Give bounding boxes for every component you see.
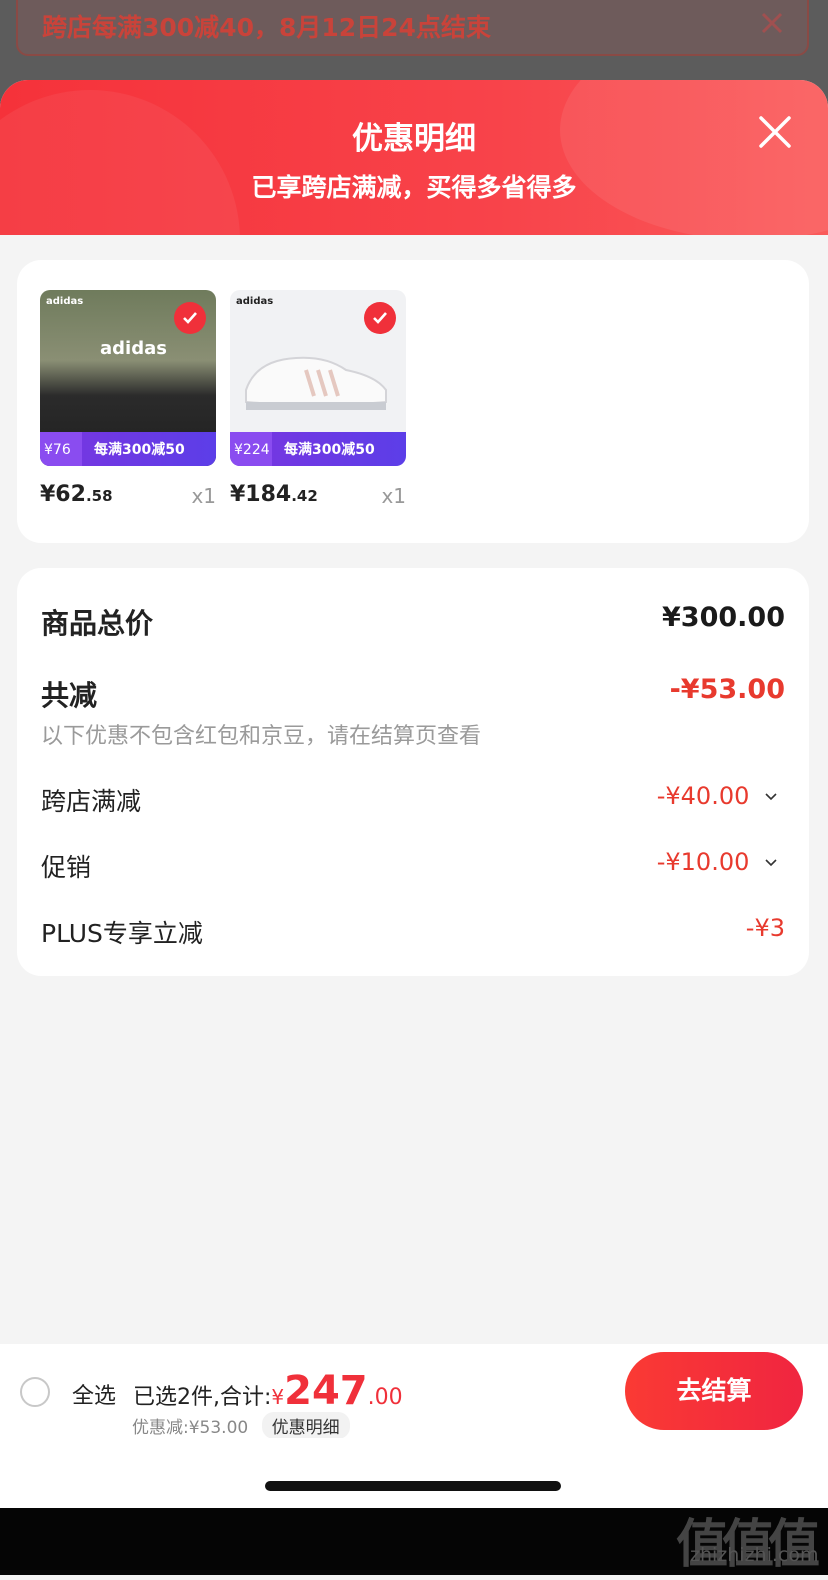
selected-total: 已选2件,合计:¥247.00 (133, 1368, 403, 1414)
header-decoration (0, 90, 240, 235)
total-currency: ¥ (271, 1385, 285, 1409)
check-icon[interactable] (364, 302, 396, 334)
promo-banner-text: 跨店每满300减40，8月12日24点结束 (42, 13, 491, 42)
discount-item-value: -¥40.00 (657, 782, 777, 810)
checkout-bar: 全选 已选2件,合计:¥247.00 优惠减:¥53.00 优惠明细 去结算 (0, 1344, 828, 1439)
brand-logo: adidas (236, 296, 274, 307)
product-quantity: x1 (191, 484, 216, 508)
discount-item-label: PLUS专享立减 (41, 919, 203, 948)
discount-detail-link[interactable]: 优惠明细 (261, 1412, 350, 1439)
brand-logo: adidas (46, 296, 84, 307)
shirt-print: adidas (100, 338, 167, 359)
select-all-label[interactable]: 全选 (72, 1378, 116, 1410)
discount-item-value: -¥10.00 (657, 848, 777, 876)
promo-banner: 跨店每满300减40，8月12日24点结束 (16, 0, 809, 56)
shoe-illustration (245, 356, 387, 410)
chevron-down-icon[interactable] (765, 859, 777, 867)
promo-ribbon: ¥224 每满300减50 (230, 432, 406, 466)
sheet-header: 优惠明细 已享跨店满减，买得多省得多 (0, 80, 828, 235)
products-card: adidas adidas ¥76 每满300减50 ¥62.58 x1 adi… (17, 260, 809, 543)
checkout-button[interactable]: 去结算 (625, 1352, 803, 1430)
chevron-down-icon[interactable] (765, 793, 777, 801)
watermark-url: zhizhizhi.com (690, 1544, 819, 1566)
product-image-shoe[interactable]: adidas ¥224 每满300减50 (230, 290, 406, 466)
select-all-radio[interactable] (20, 1377, 50, 1407)
selected-count-text: 已选2件,合计: (133, 1385, 272, 1410)
sheet-subtitle: 已享跨店满减，买得多省得多 (251, 173, 577, 202)
close-icon[interactable] (755, 6, 789, 40)
promo-ribbon: ¥76 每满300减50 (40, 432, 216, 466)
ribbon-price-tag: ¥76 (40, 432, 82, 466)
product-quantity: x1 (381, 484, 406, 508)
total-price-label: 商品总价 (41, 607, 154, 640)
total-reduce-label: 共减 (41, 679, 98, 712)
sheet-title: 优惠明细 (352, 121, 476, 157)
check-icon[interactable] (174, 302, 206, 334)
product-price: ¥184.42 (230, 482, 318, 507)
discount-summary: 优惠减:¥53.00 优惠明细 (132, 1412, 350, 1439)
discount-item-label: 促销 (41, 853, 92, 882)
total-reduce-value: -¥53.00 (669, 674, 785, 705)
product-item[interactable]: adidas ¥224 每满300减50 ¥184.42 x1 (230, 290, 406, 508)
total-price-value: ¥300.00 (662, 602, 785, 633)
discount-item-label: 跨店满减 (41, 787, 142, 816)
discount-item-value: -¥3 (745, 914, 785, 942)
ribbon-text: 每满300减50 (284, 442, 375, 458)
ribbon-price-tag: ¥224 (230, 432, 272, 466)
product-item[interactable]: adidas adidas ¥76 每满300减50 ¥62.58 x1 (40, 290, 216, 508)
discount-amount-text: 优惠减:¥53.00 (132, 1418, 249, 1438)
total-decimal: .00 (367, 1385, 403, 1410)
discount-note: 以下优惠不包含红包和京豆，请在结算页查看 (41, 724, 482, 749)
home-indicator[interactable] (265, 1481, 561, 1491)
product-image-tshirt[interactable]: adidas adidas ¥76 每满300减50 (40, 290, 216, 466)
price-summary-card: 商品总价 ¥300.00 共减 -¥53.00 以下优惠不包含红包和京豆，请在结… (17, 568, 809, 976)
total-amount: 247 (284, 1368, 368, 1414)
ribbon-text: 每满300减50 (94, 442, 185, 458)
close-icon[interactable] (758, 115, 792, 149)
product-price: ¥62.58 (40, 482, 113, 507)
